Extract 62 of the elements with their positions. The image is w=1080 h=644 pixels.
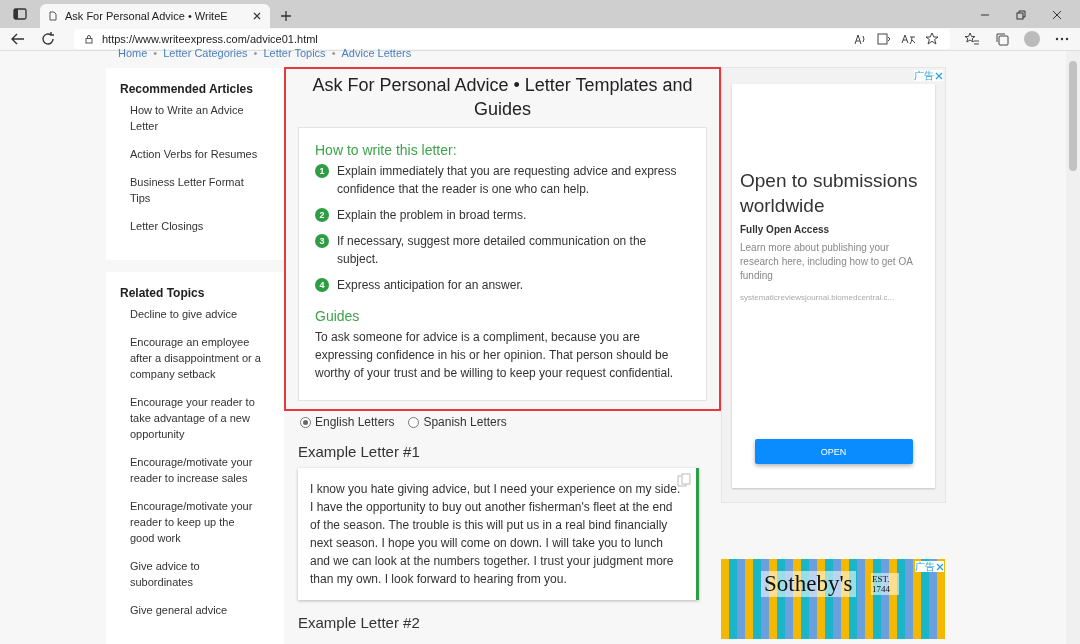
refresh-icon[interactable] — [40, 31, 56, 47]
favorites-icon[interactable] — [964, 31, 980, 47]
step-text: If necessary, suggest more detailed communication on the subject. — [337, 233, 648, 268]
sidebar-link[interactable]: Action Verbs for Resumes — [130, 146, 262, 162]
sidebar-link[interactable]: Give general advice — [130, 602, 262, 618]
breadcrumb-link[interactable]: Home — [118, 47, 148, 59]
browser-tab[interactable]: Ask For Personal Advice • WriteE — [40, 4, 270, 28]
separator-dot: • — [153, 47, 158, 59]
separator-dot: • — [253, 47, 258, 59]
ad-label: 广告 — [914, 70, 934, 81]
radio-button[interactable] — [300, 416, 311, 428]
sidebar-link[interactable]: Encourage an employee after a disappointment or a company setback — [130, 334, 262, 382]
step-number: 2 — [315, 208, 329, 222]
breadcrumb-link[interactable]: Advice Letters — [341, 47, 412, 59]
example-heading: Example Letter #1 — [298, 443, 421, 460]
step-number: 1 — [315, 164, 329, 178]
section-heading: Guides — [315, 308, 361, 324]
close-icon[interactable] — [1052, 10, 1062, 20]
new-tab-icon[interactable] — [280, 10, 292, 22]
close-icon[interactable] — [252, 11, 262, 21]
ad-headline: Open to submissions worldwide — [740, 169, 919, 218]
step-text: Explain immediately that you are requesting advice and express confidence that the reader is one who can help. — [337, 163, 678, 198]
letter-text: I know you hate giving advice, but I need your experience on my side. I have the opportunity to buy out another fisherman's fleet at the end of the season. The trouble is this will put us in a real bind financially next season. I hope you will come on down. I will take you to lunch and we can look at the numbers together. I trust your judgment more than my own. I look forward to hearing from you. — [310, 482, 681, 586]
ad-label: 广告 — [915, 561, 935, 572]
page-title: Ask For Personal Advice • Letter Templates and Guides — [311, 74, 694, 121]
step-text: Explain the problem in broad terms. — [337, 207, 527, 224]
scrollbar-thumb[interactable] — [1069, 61, 1077, 171]
sidebar-link[interactable]: Business Letter Format Tips — [130, 174, 262, 206]
ad-subheading: Fully Open Access — [740, 224, 831, 235]
radio-label[interactable]: English Letters — [315, 415, 395, 429]
breadcrumb-link[interactable]: Letter Categories — [163, 47, 248, 59]
breadcrumb-link[interactable]: Letter Topics — [263, 47, 326, 59]
step-text: Express anticipation for an answer. — [337, 277, 524, 294]
sidebar-link[interactable]: Give advice to subordinates — [130, 558, 262, 590]
restore-icon[interactable] — [1016, 10, 1026, 20]
sidebar-heading: Recommended Articles — [120, 82, 254, 96]
star-add-icon[interactable] — [924, 31, 940, 47]
back-icon[interactable] — [10, 31, 26, 47]
reader-icon[interactable] — [876, 31, 892, 47]
ad-tagline: EST. 1744 — [871, 573, 899, 595]
ad-brand: Sotheby's — [761, 571, 856, 597]
guide-text: To ask someone for advice is a compliment, because you are expressing confidence in his or her opinion. That person should be worthy of your trust and be willing to keep your request confidential. — [315, 329, 675, 382]
ad-description: Learn more about publishing your research here, including how to get OA funding — [740, 241, 914, 283]
lock-icon — [84, 34, 94, 44]
tab-actions-icon[interactable] — [12, 6, 28, 22]
radio-label[interactable]: Spanish Letters — [423, 415, 507, 429]
step-number: 3 — [315, 234, 329, 248]
example-heading: Example Letter #2 — [298, 614, 421, 631]
sidebar-link[interactable]: Encourage your reader to take advantage of a new opportunity — [130, 394, 262, 442]
sidebar-link[interactable]: Letter Closings — [130, 218, 262, 234]
section-heading: How to write this letter: — [315, 142, 458, 158]
sidebar-link[interactable]: Encourage/motivate your reader to keep up the good work — [130, 498, 262, 546]
sidebar-link[interactable]: Encourage/motivate your reader to increase sales — [130, 454, 262, 486]
ad-domain: systematicreviewsjournal.biomedcentral.c... — [740, 293, 896, 302]
sidebar-link[interactable]: Decline to give advice — [130, 306, 262, 322]
radio-button[interactable] — [408, 416, 420, 428]
step-number: 4 — [315, 278, 329, 292]
address-bar[interactable]: https://www.writeexpress.com/advice01.html — [74, 29, 950, 49]
separator-dot: • — [331, 47, 336, 59]
sidebar-heading: Related Topics — [120, 286, 206, 300]
sidebar-link[interactable]: How to Write an Advice Letter — [130, 102, 262, 134]
page-icon — [48, 11, 58, 21]
